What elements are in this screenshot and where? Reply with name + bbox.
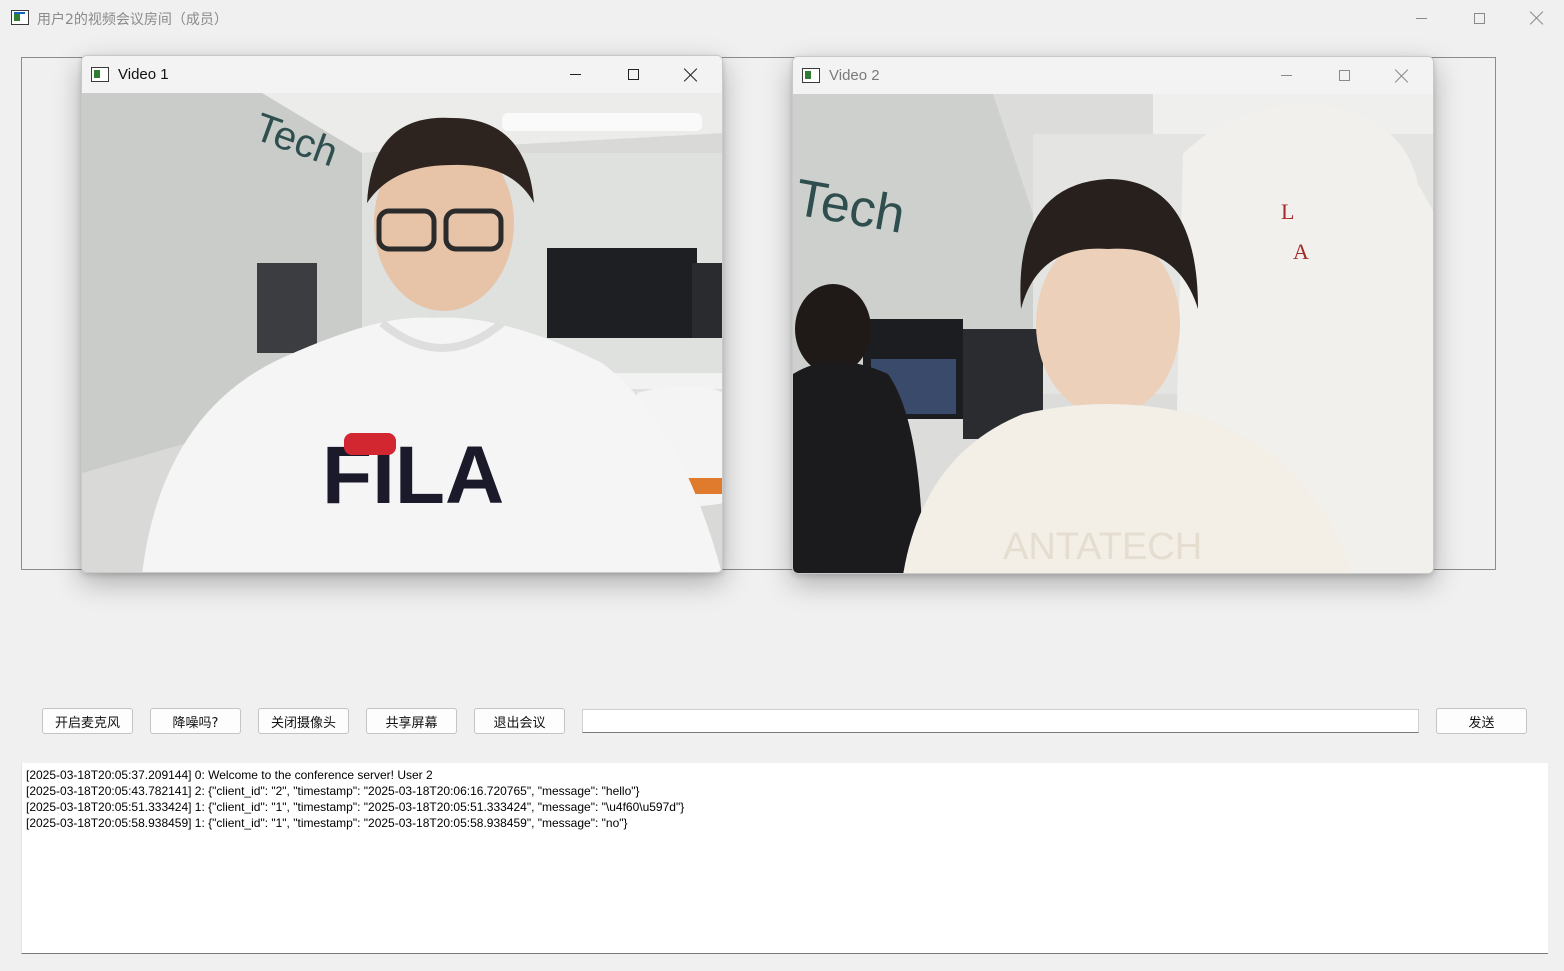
log-line: [2025-03-18T20:05:37.209144] 0: Welcome … xyxy=(26,768,433,782)
svg-text:ANTATECH: ANTATECH xyxy=(1003,526,1202,568)
message-input[interactable] xyxy=(582,709,1419,733)
close-button[interactable] xyxy=(1373,57,1431,94)
share-screen-button[interactable]: 共享屏幕 xyxy=(366,708,457,734)
message-log[interactable]: [2025-03-18T20:05:37.209144] 0: Welcome … xyxy=(21,763,1548,954)
video-window-title-bar[interactable]: Video 1 xyxy=(82,56,722,93)
maximize-button[interactable] xyxy=(604,56,662,93)
close-icon xyxy=(684,68,698,82)
video-window-title-bar[interactable]: Video 2 xyxy=(793,57,1433,94)
video-feed-1: FILA Tech xyxy=(82,93,722,572)
maximize-icon xyxy=(1338,70,1350,81)
svg-text:A: A xyxy=(1293,239,1309,264)
send-button[interactable]: 发送 xyxy=(1436,708,1527,734)
close-button[interactable] xyxy=(1508,0,1564,36)
video-window-title: Video 1 xyxy=(118,66,169,83)
maximize-icon xyxy=(627,69,639,80)
app-icon xyxy=(802,68,820,83)
window-title: 用户2的视频会议房间（成员） xyxy=(37,12,228,28)
maximize-icon xyxy=(1473,12,1485,24)
exit-meeting-button[interactable]: 退出会议 xyxy=(474,708,565,734)
maximize-button[interactable] xyxy=(1450,0,1508,36)
noise-reduction-button[interactable]: 降噪吗? xyxy=(150,708,241,734)
camera-toggle-button[interactable]: 关闭摄像头 xyxy=(258,708,349,734)
minimize-button[interactable] xyxy=(546,56,604,93)
mic-toggle-button[interactable]: 开启麦克风 xyxy=(42,708,133,734)
video-window-1[interactable]: Video 1 FILA Tech xyxy=(81,55,723,573)
close-button[interactable] xyxy=(662,56,720,93)
video-frame-image: FILA Tech xyxy=(82,93,722,572)
minimize-button[interactable] xyxy=(1257,57,1315,94)
close-icon xyxy=(1530,11,1544,25)
video-frame-image: L A ANTATECH Tech xyxy=(793,94,1433,573)
log-line: [2025-03-18T20:05:51.333424] 1: {"client… xyxy=(26,800,685,814)
main-title-bar: 用户2的视频会议房间（成员） xyxy=(0,0,1564,36)
log-line: [2025-03-18T20:05:58.938459] 1: {"client… xyxy=(26,816,628,830)
minimize-button[interactable] xyxy=(1392,0,1450,36)
close-icon xyxy=(1395,69,1409,83)
video-window-title: Video 2 xyxy=(829,67,880,84)
video-feed-2: L A ANTATECH Tech xyxy=(793,94,1433,573)
minimize-icon xyxy=(1415,17,1427,19)
svg-text:L: L xyxy=(1281,199,1294,224)
maximize-button[interactable] xyxy=(1315,57,1373,94)
log-line: [2025-03-18T20:05:43.782141] 2: {"client… xyxy=(26,784,640,798)
app-icon xyxy=(11,10,29,25)
video-window-2[interactable]: Video 2 L A ANTATECH Tech xyxy=(792,56,1434,574)
minimize-icon xyxy=(569,74,581,75)
app-icon xyxy=(91,67,109,82)
minimize-icon xyxy=(1280,75,1292,76)
